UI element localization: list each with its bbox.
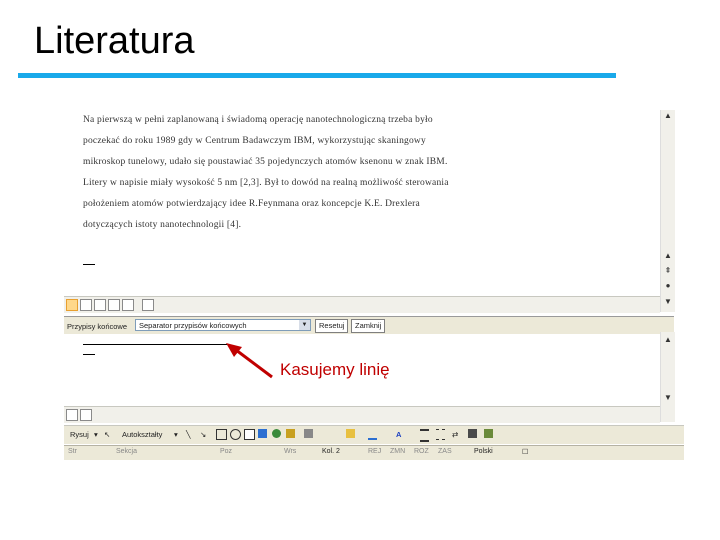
shadow-style-icon[interactable] <box>468 429 477 438</box>
scroll-down-icon[interactable]: ▼ <box>662 392 674 404</box>
paragraph-line: Litery w napisie miały wysokość 5 nm [2,… <box>83 178 449 188</box>
select-browse-object-icon[interactable]: ● <box>662 280 674 292</box>
clipart-icon[interactable] <box>286 429 295 438</box>
status-line: Wrs <box>284 448 297 455</box>
status-trk[interactable]: ZMN <box>390 448 405 455</box>
title-underline <box>18 73 616 78</box>
status-page: Str <box>68 448 77 455</box>
reading-view-icon[interactable] <box>122 299 134 311</box>
prev-page-icon[interactable]: ⇞ <box>662 265 674 277</box>
outline-view-icon[interactable] <box>108 299 120 311</box>
font-color-icon[interactable]: A <box>396 430 401 439</box>
picture-icon[interactable] <box>304 429 313 438</box>
status-ovr[interactable]: ZAS <box>438 448 452 455</box>
cursor-mark <box>83 354 95 355</box>
scroll-down-icon[interactable]: ▼ <box>662 296 674 308</box>
endnote-pane-label: Przypisy końcowe <box>67 322 128 331</box>
view-icon[interactable] <box>66 409 78 421</box>
horizontal-view-bar <box>64 296 660 313</box>
text-box-icon[interactable] <box>244 429 255 440</box>
endnote-reference-line <box>83 264 95 265</box>
web-layout-icon[interactable] <box>80 299 92 311</box>
scroll-up-icon[interactable]: ▲ <box>662 334 674 346</box>
scroll-left-icon[interactable] <box>142 299 154 311</box>
chevron-down-icon[interactable]: ▾ <box>174 430 178 439</box>
autoshapes-menu[interactable]: Autokształty <box>122 430 162 439</box>
scroll-up-icon[interactable]: ▲ <box>662 250 674 262</box>
rectangle-icon[interactable] <box>216 429 227 440</box>
endnote-horizontal-scrollbar[interactable] <box>64 406 660 423</box>
paragraph-line: położeniem atomów potwierdzający idee R.… <box>83 199 420 209</box>
draw-menu[interactable]: Rysuj <box>70 430 89 439</box>
spelling-status-icon[interactable]: ☐ <box>522 448 528 456</box>
paragraph-line: Na pierwszą w pełni zaplanowaną i świado… <box>83 115 433 125</box>
wordart-icon[interactable] <box>258 429 267 438</box>
dash-style-icon[interactable] <box>436 429 445 440</box>
scroll-up-icon[interactable]: ▲ <box>662 110 674 122</box>
paragraph-line: mikroskop tunelowy, udało się poustawiać… <box>83 157 448 167</box>
vertical-scrollbar[interactable]: ▲ ▲ ⇞ ● ▼ <box>660 110 675 312</box>
endnote-separator-line[interactable] <box>83 344 227 345</box>
status-rec[interactable]: REJ <box>368 448 381 455</box>
paragraph-line: dotyczących istoty nanotechnologii [4]. <box>83 220 242 230</box>
print-layout-icon[interactable] <box>94 299 106 311</box>
callout-text: Kasujemy linię <box>280 360 390 379</box>
line-color-icon[interactable] <box>368 429 377 440</box>
oval-icon[interactable] <box>230 429 241 440</box>
status-section: Sekcja <box>116 448 138 455</box>
status-position: Poz <box>220 448 233 455</box>
document-paragraph: Na pierwszą w pełni zaplanowaną i świado… <box>83 110 538 236</box>
arrow-style-icon[interactable]: ⇄ <box>452 430 458 439</box>
status-bar: Str Sekcja Poz Wrs Kol. 2 REJ ZMN ROZ ZA… <box>64 445 684 460</box>
endnote-type-value: Separator przypisów końcowych <box>139 321 247 330</box>
endnote-vertical-scrollbar[interactable]: ▲ ▼ <box>660 332 675 422</box>
select-objects-icon[interactable]: ↖ <box>104 430 110 439</box>
document-page: Na pierwszą w pełni zaplanowaną i świado… <box>64 110 659 295</box>
scroll-left-icon[interactable] <box>80 409 92 421</box>
chevron-down-icon[interactable]: ▾ <box>94 430 98 439</box>
status-column: Kol. 2 <box>322 448 340 455</box>
endnote-pane-bar: Przypisy końcowe Separator przypisów koń… <box>64 316 674 336</box>
chevron-down-icon[interactable]: ▼ <box>299 320 310 330</box>
close-button[interactable]: Zamknij <box>351 319 386 333</box>
paragraph-line: poczekać do roku 1989 gdy w Centrum Bada… <box>83 136 426 146</box>
drawing-toolbar: Rysuj ▾ ↖ Autokształty ▾ ╲ ↘ A ⇄ <box>64 425 684 444</box>
line-style-icon[interactable] <box>420 429 429 442</box>
status-language: Polski <box>474 448 493 455</box>
diagram-icon[interactable] <box>272 429 281 438</box>
slide-title: Literatura <box>34 20 195 62</box>
word-screenshot: Na pierwszą w pełni zaplanowaną i świado… <box>64 110 684 460</box>
arrow-icon[interactable]: ↘ <box>200 430 206 439</box>
endnote-type-dropdown[interactable]: Separator przypisów końcowych ▼ <box>135 319 311 331</box>
normal-view-icon[interactable] <box>66 299 78 311</box>
line-icon[interactable]: ╲ <box>186 430 191 439</box>
status-ext[interactable]: ROZ <box>414 448 429 455</box>
fill-color-icon[interactable] <box>346 429 355 438</box>
3d-style-icon[interactable] <box>484 429 493 438</box>
reset-button[interactable]: Resetuj <box>315 319 349 333</box>
